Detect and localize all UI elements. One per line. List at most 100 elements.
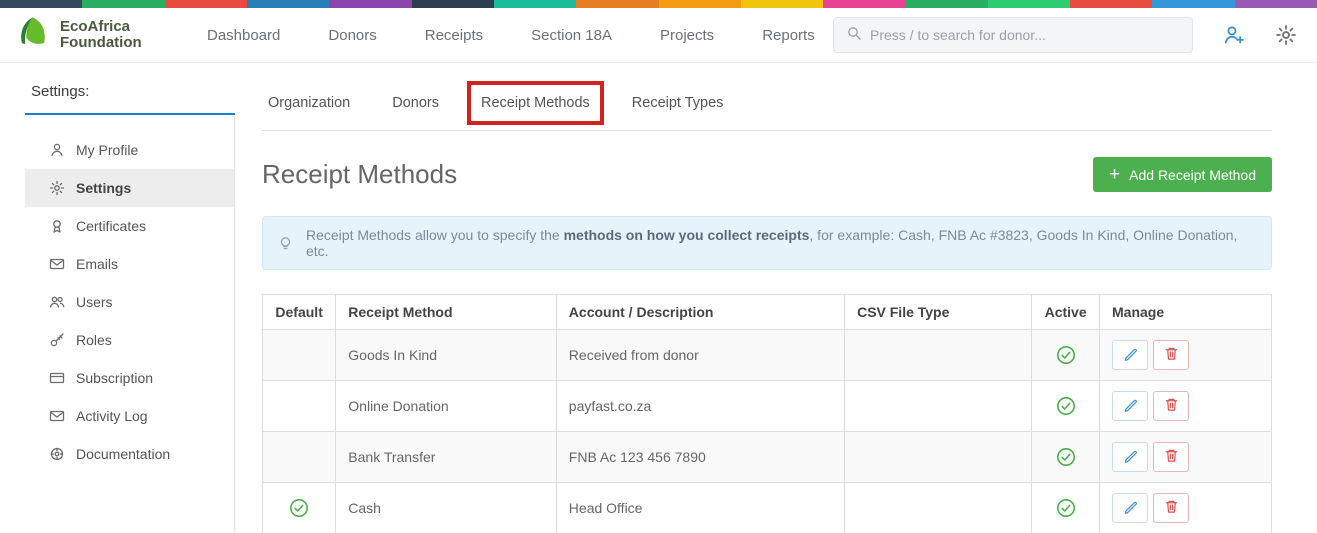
settings-sidebar: Settings: My Profile Settings Certificates… (25, 63, 235, 532)
stripe-segment (576, 0, 659, 8)
manage-cell (1099, 380, 1272, 432)
pencil-icon (1123, 499, 1138, 517)
pencil-icon (1123, 397, 1138, 415)
column-header-default: Default (261, 294, 337, 330)
default-cell (261, 482, 337, 533)
sidebar-item-emails[interactable]: Emails (25, 245, 234, 283)
stripe-segment (823, 0, 906, 8)
active-cell (1031, 380, 1100, 432)
edit-button[interactable] (1112, 493, 1148, 523)
tab-organization[interactable]: Organization (266, 93, 352, 113)
add-user-icon[interactable] (1223, 24, 1245, 46)
stripe-segment (905, 0, 988, 8)
tab-donors[interactable]: Donors (390, 93, 441, 113)
delete-button[interactable] (1153, 391, 1189, 421)
main-nav: Dashboard Donors Receipts Section 18A Projec… (207, 27, 815, 44)
tab-receipt-types[interactable]: Receipt Types (630, 93, 726, 113)
stripe-segment (164, 0, 247, 8)
envelope-icon (49, 256, 65, 272)
donor-search[interactable] (833, 17, 1193, 53)
lightbulb-icon (277, 235, 294, 252)
sidebar-item-settings[interactable]: Settings (25, 169, 234, 207)
settings-gear-icon[interactable] (1275, 24, 1297, 46)
top-color-stripe (0, 0, 1317, 8)
key-icon (49, 332, 65, 348)
sidebar-item-activity-log[interactable]: Activity Log (25, 397, 234, 435)
account-cell: Received from donor (555, 329, 846, 381)
sidebar-item-label: Certificates (76, 218, 147, 234)
manage-cell (1099, 431, 1272, 483)
nav-item-receipts[interactable]: Receipts (425, 27, 483, 44)
stripe-segment (329, 0, 412, 8)
settings-tabs: Organization Donors Receipt Methods Receipt… (262, 63, 1272, 131)
table-row: Online Donation payfast.co.za (261, 380, 1272, 432)
stripe-segment (1234, 0, 1317, 8)
trash-icon (1164, 448, 1179, 466)
table-row: Goods In Kind Received from donor (261, 329, 1272, 381)
csv-type-cell (844, 380, 1033, 432)
user-icon (49, 142, 65, 158)
sidebar-item-subscription[interactable]: Subscription (25, 359, 234, 397)
account-cell: Head Office (555, 482, 846, 533)
stripe-segment (1070, 0, 1153, 8)
manage-cell (1099, 482, 1272, 533)
account-cell: FNB Ac 123 456 7890 (555, 431, 846, 483)
sidebar-item-label: Users (76, 294, 113, 310)
envelope-icon (49, 408, 65, 424)
brand-name: EcoAfrica Foundation (60, 17, 142, 51)
column-header-account-description: Account / Description (555, 294, 846, 330)
nav-item-donors[interactable]: Donors (328, 27, 376, 44)
method-cell: Cash (335, 482, 557, 533)
sidebar-item-documentation[interactable]: Documentation (25, 435, 234, 473)
sidebar-item-label: Roles (76, 332, 112, 348)
active-check-icon (1056, 447, 1076, 467)
table-row: Bank Transfer FNB Ac 123 456 7890 (261, 431, 1272, 483)
gear-icon (49, 180, 65, 196)
stripe-segment (740, 0, 824, 8)
users-icon (49, 294, 65, 310)
delete-button[interactable] (1153, 442, 1189, 472)
sidebar-item-label: Subscription (76, 370, 154, 386)
edit-button[interactable] (1112, 442, 1148, 472)
active-cell (1031, 431, 1100, 483)
delete-button[interactable] (1153, 340, 1189, 370)
default-cell (261, 380, 337, 432)
method-cell: Bank Transfer (335, 431, 557, 483)
nav-item-projects[interactable]: Projects (660, 27, 714, 44)
manage-cell (1099, 329, 1272, 381)
default-cell (261, 431, 337, 483)
card-icon (49, 370, 65, 386)
edit-button[interactable] (1112, 340, 1148, 370)
pencil-icon (1123, 448, 1138, 466)
info-banner: Receipt Methods allow you to specify the… (262, 216, 1272, 270)
sidebar-item-label: Activity Log (76, 408, 148, 424)
method-cell: Online Donation (335, 380, 557, 432)
stripe-segment (987, 0, 1071, 8)
add-receipt-method-button[interactable]: + Add Receipt Method (1093, 157, 1272, 192)
tab-receipt-methods[interactable]: Receipt Methods (466, 81, 604, 125)
sidebar-item-certificates[interactable]: Certificates (25, 207, 234, 245)
search-input[interactable] (870, 27, 1180, 43)
active-cell (1031, 329, 1100, 381)
edit-button[interactable] (1112, 391, 1148, 421)
stripe-segment (1152, 0, 1235, 8)
sidebar-item-roles[interactable]: Roles (25, 321, 234, 359)
nav-item-reports[interactable]: Reports (762, 27, 815, 44)
sidebar-item-label: My Profile (76, 142, 139, 158)
award-icon (49, 218, 65, 234)
brand-logo[interactable]: EcoAfrica Foundation (14, 14, 179, 57)
receipt-methods-table: Default Receipt Method Account / Descripti… (261, 294, 1272, 533)
stripe-segment (493, 0, 577, 8)
pencil-icon (1123, 346, 1138, 364)
sidebar-item-users[interactable]: Users (25, 283, 234, 321)
main-content: Organization Donors Receipt Methods Receipt… (235, 63, 1317, 533)
nav-item-dashboard[interactable]: Dashboard (207, 27, 280, 44)
leaf-logo-icon (14, 14, 52, 57)
trash-icon (1164, 499, 1179, 517)
csv-type-cell (844, 431, 1033, 483)
nav-item-section-18a[interactable]: Section 18A (531, 27, 612, 44)
delete-button[interactable] (1153, 493, 1189, 523)
trash-icon (1164, 397, 1179, 415)
search-icon (846, 25, 862, 46)
sidebar-item-my-profile[interactable]: My Profile (25, 131, 234, 169)
